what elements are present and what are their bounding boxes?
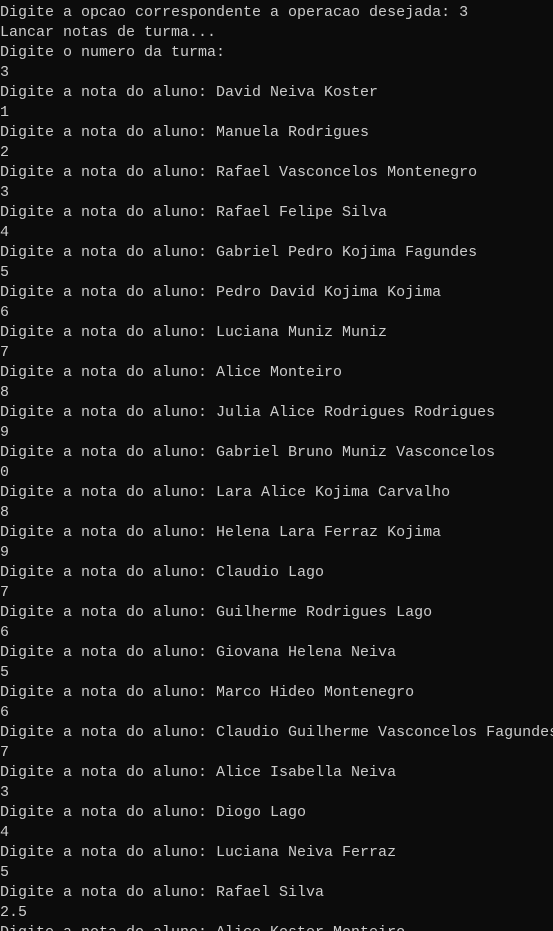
- console-line: Digite a nota do aluno: Luciana Muniz Mu…: [0, 324, 388, 341]
- console-line: 5: [0, 864, 10, 881]
- console-line: 0: [0, 464, 10, 481]
- console-line: 2.5: [0, 904, 28, 921]
- console-line: 3: [0, 184, 10, 201]
- console-line: Digite a nota do aluno: Pedro David Koji…: [0, 284, 442, 301]
- console-line: 7: [0, 744, 10, 761]
- console-line: Digite a nota do aluno: Diogo Lago: [0, 804, 307, 821]
- console-line: Digite a nota do aluno: Rafael Felipe Si…: [0, 204, 388, 221]
- console-line: Digite a nota do aluno: Gabriel Bruno Mu…: [0, 444, 496, 461]
- console-line: Digite a nota do aluno: Guilherme Rodrig…: [0, 604, 433, 621]
- console-line: 4: [0, 824, 10, 841]
- console-line: 6: [0, 624, 10, 641]
- console-line: Digite a nota do aluno: Claudio Guilherm…: [0, 724, 553, 741]
- console-line: Digite a nota do aluno: Helena Lara Ferr…: [0, 524, 442, 541]
- console-line: 2: [0, 144, 10, 161]
- console-line: Digite a nota do aluno: Gabriel Pedro Ko…: [0, 244, 478, 261]
- console-line: Digite a nota do aluno: Alice Isabella N…: [0, 764, 397, 781]
- console-line: 5: [0, 264, 10, 281]
- console-line: Digite a nota do aluno: Rafael Silva: [0, 884, 325, 901]
- console-line: 9: [0, 544, 10, 561]
- console-window[interactable]: Digite a opcao correspondente a operacao…: [0, 0, 553, 931]
- console-line: Digite a nota do aluno: Julia Alice Rodr…: [0, 404, 496, 421]
- console-line: 8: [0, 504, 10, 521]
- console-line: 3: [0, 784, 10, 801]
- console-line: Digite a nota do aluno: Giovana Helena N…: [0, 644, 397, 661]
- console-line: Digite a nota do aluno: Alice Monteiro: [0, 364, 343, 381]
- console-line: 9: [0, 424, 10, 441]
- console-line: Digite a nota do aluno: Luciana Neiva Fe…: [0, 844, 397, 861]
- console-output: Digite a opcao correspondente a operacao…: [0, 0, 553, 931]
- console-line: 7: [0, 344, 10, 361]
- console-line: 8: [0, 384, 10, 401]
- console-line: Lancar notas de turma...: [0, 24, 217, 41]
- console-line: Digite a nota do aluno: David Neiva Kost…: [0, 84, 379, 101]
- console-line: Digite a nota do aluno: Rafael Vasconcel…: [0, 164, 478, 181]
- console-line: 4: [0, 224, 10, 241]
- console-line: 3: [0, 64, 10, 81]
- console-line: Digite a nota do aluno: Alice Koster Mon…: [0, 923, 553, 931]
- console-line: Digite a nota do aluno: Lara Alice Kojim…: [0, 484, 451, 501]
- console-line: 6: [0, 304, 10, 321]
- console-line: 1: [0, 104, 10, 121]
- console-line: 7: [0, 584, 10, 601]
- console-line: Digite a nota do aluno: Claudio Lago: [0, 564, 325, 581]
- console-line: Digite a opcao correspondente a operacao…: [0, 4, 469, 21]
- console-line: Digite a nota do aluno: Manuela Rodrigue…: [0, 124, 370, 141]
- console-line: Digite a nota do aluno: Marco Hideo Mont…: [0, 684, 415, 701]
- console-line: 5: [0, 664, 10, 681]
- console-line: Digite o numero da turma:: [0, 44, 226, 61]
- console-line: 6: [0, 704, 10, 721]
